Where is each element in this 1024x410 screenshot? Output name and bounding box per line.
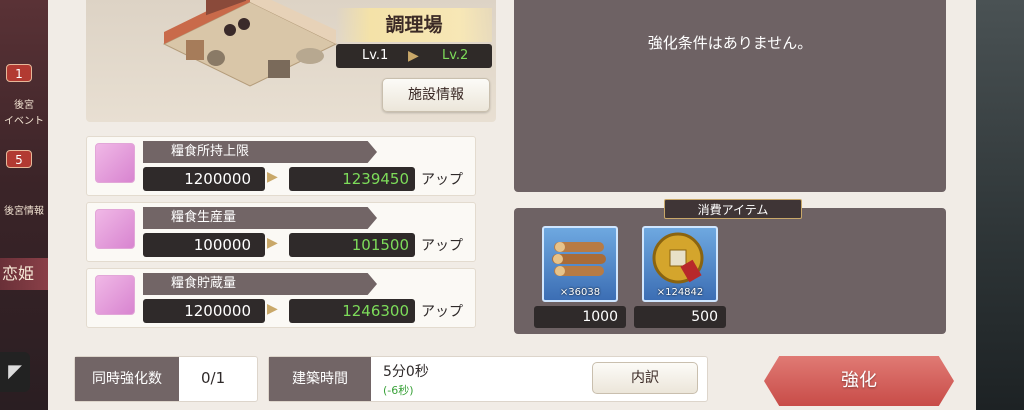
stat-current-value: 1200000 xyxy=(143,167,265,191)
stat-label: 糧食所持上限 xyxy=(143,141,377,163)
stat-card: 糧食所持上限 1200000 ▶ 1239450 アップ xyxy=(86,136,476,196)
side-badge-event: 1 xyxy=(6,64,32,82)
stat-card: 糧食貯蔵量 1200000 ▶ 1246300 アップ xyxy=(86,268,476,328)
detail-button[interactable]: 内訳 xyxy=(592,362,698,394)
kitchen-illustration xyxy=(162,0,338,87)
stat-next-value: 1246300 xyxy=(289,299,415,323)
stat-up-text: アップ xyxy=(421,172,463,188)
concurrent-enhance-cell: 同時強化数 0/1 xyxy=(74,356,258,402)
build-time-value: 5分0秒 xyxy=(383,364,429,380)
concurrent-value: 0/1 xyxy=(201,369,226,387)
item-required-value: 1000 xyxy=(534,306,626,328)
food-icon xyxy=(95,209,135,249)
side-banner[interactable]: 恋姫 xyxy=(0,258,48,290)
stat-label: 糧食生産量 xyxy=(143,207,377,229)
enhance-button[interactable]: 強化 xyxy=(764,356,954,406)
stat-label: 糧食貯蔵量 xyxy=(143,273,377,295)
side-corner-icon[interactable]: ◤ xyxy=(0,352,30,392)
level-arrow-icon: ▶ xyxy=(408,48,419,64)
enhance-conditions-box: 強化条件はありません。 xyxy=(514,0,946,192)
background-left: 1 後宮 イベント 5 後宮情報 恋姫 ◤ xyxy=(0,0,48,410)
stat-arrow-icon: ▶ xyxy=(267,169,278,185)
item-required-value: 500 xyxy=(634,306,726,328)
coin-icon xyxy=(652,232,704,284)
side-label-info[interactable]: 後宮情報 xyxy=(0,206,48,218)
side-label-event-2[interactable]: イベント xyxy=(0,116,48,128)
wood-logs-item[interactable]: ×36038 xyxy=(542,226,618,302)
level-current: Lv.1 xyxy=(362,48,389,63)
stat-arrow-icon: ▶ xyxy=(267,301,278,317)
item-owned-count: ×36038 xyxy=(559,287,601,298)
food-icon xyxy=(95,275,135,315)
stat-current-value: 1200000 xyxy=(143,299,265,323)
level-next: Lv.2 xyxy=(442,48,469,63)
build-time-reduction: (-6秒) xyxy=(383,384,414,397)
side-label-event-1[interactable]: 後宮 xyxy=(0,100,48,112)
level-bar: Lv.1 ▶ Lv.2 xyxy=(336,44,492,68)
stat-up-text: アップ xyxy=(421,304,463,320)
stat-card: 糧食生産量 100000 ▶ 101500 アップ xyxy=(86,202,476,262)
food-icon xyxy=(95,143,135,183)
build-time-label: 建築時間 xyxy=(269,357,371,401)
stat-next-value: 1239450 xyxy=(289,167,415,191)
stat-current-value: 100000 xyxy=(143,233,265,257)
concurrent-label: 同時強化数 xyxy=(75,357,179,401)
conditions-text: 強化条件はありません。 xyxy=(647,34,813,52)
background-right xyxy=(976,0,1024,410)
stat-arrow-icon: ▶ xyxy=(267,235,278,251)
side-badge-info: 5 xyxy=(6,150,32,168)
item-owned-count: ×124842 xyxy=(656,287,704,298)
facility-name: 調理場 xyxy=(336,8,492,42)
stat-up-text: アップ xyxy=(421,238,463,254)
facility-info-button[interactable]: 施設情報 xyxy=(382,78,490,112)
consume-items-title: 消費アイテム xyxy=(664,199,802,219)
coin-item[interactable]: ×124842 xyxy=(642,226,718,302)
stat-next-value: 101500 xyxy=(289,233,415,257)
wood-logs-icon xyxy=(552,242,606,276)
